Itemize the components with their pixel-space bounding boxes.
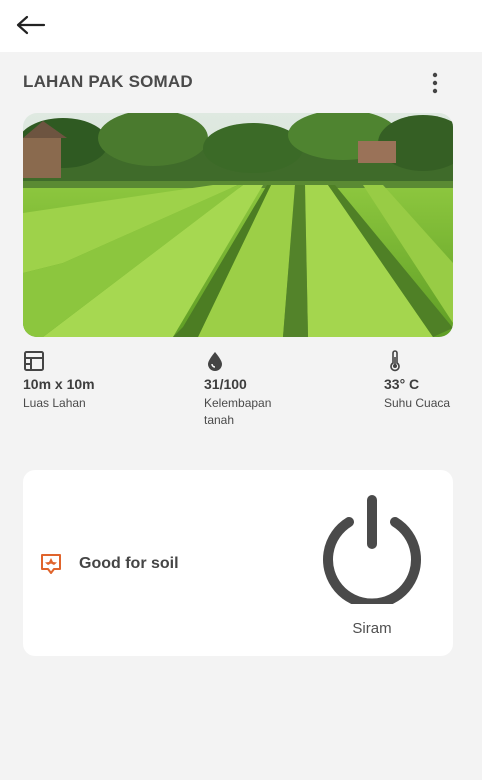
stat-moisture-label: Kelembapan tanah (204, 396, 272, 427)
more-menu-button[interactable] (423, 70, 447, 96)
plant-badge-icon (41, 554, 61, 574)
page-title: LAHAN PAK SOMAD (23, 72, 193, 91)
stat-area-value: 10m x 10m (23, 376, 95, 392)
title-row: LAHAN PAK SOMAD (23, 70, 453, 96)
field-photo-image (23, 113, 453, 337)
power-icon (323, 495, 421, 609)
soil-status-text: Good for soil (79, 555, 179, 572)
stat-temperature: 33° C Suhu Cuaca (384, 350, 463, 412)
stat-moisture: 31/100 Kelembapan tanah (204, 350, 296, 429)
field-photo (23, 113, 453, 337)
power-button[interactable] (319, 494, 425, 609)
stat-temperature-value: 33° C (384, 376, 420, 392)
stat-moisture-value: 31/100 (204, 376, 247, 392)
arrow-left-icon (16, 15, 46, 35)
more-vertical-icon (432, 72, 438, 94)
water-drop-icon (208, 352, 222, 371)
power-label: Siram (352, 620, 392, 637)
area-grid-icon (24, 351, 44, 371)
stat-area: 10m x 10m Luas Lahan (23, 350, 133, 412)
back-button[interactable] (14, 10, 48, 40)
field-stats: 10m x 10m Luas Lahan 31/100 Kelembapan t… (23, 350, 463, 430)
top-bar (0, 0, 482, 52)
stat-area-label: Luas Lahan (23, 396, 86, 410)
stat-temperature-label: Suhu Cuaca (384, 396, 451, 410)
thermometer-icon (390, 350, 400, 372)
watering-card: Good for soil Siram (23, 470, 453, 656)
